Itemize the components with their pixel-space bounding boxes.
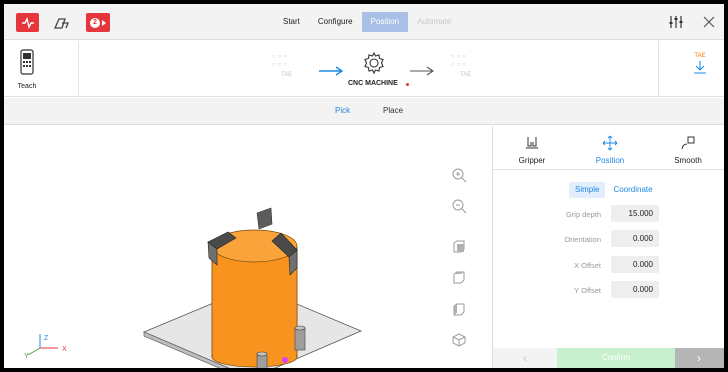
move-icon — [602, 135, 618, 151]
orientation-input[interactable]: 0.000 — [611, 230, 659, 247]
gripper-icon — [526, 137, 538, 149]
chevron-left-icon: ‹ — [523, 351, 527, 365]
pin-right — [294, 327, 306, 351]
tab-smooth[interactable]: Smooth — [649, 126, 724, 170]
zoom-out-icon[interactable] — [451, 198, 467, 214]
y-offset-input[interactable]: 0.000 — [611, 281, 659, 298]
app-menu-button[interactable] — [16, 13, 39, 32]
sliders-icon[interactable] — [668, 14, 684, 30]
axis-x-label: X — [62, 346, 67, 353]
teach-pendant-button[interactable]: Teach — [14, 47, 40, 91]
right-station-dots: ○○○ ○○○ — [451, 54, 468, 68]
smooth-icon — [681, 136, 695, 150]
notification-count: 2 — [90, 17, 100, 28]
scene-canvas[interactable]: Z X Y — [4, 126, 492, 368]
left-station-label: TAE — [281, 72, 293, 78]
x-offset-label: X Offset — [574, 261, 601, 270]
caret-right-icon — [102, 19, 106, 26]
robot-arm-icon — [53, 18, 69, 29]
y-offset-label: Y Offset — [574, 286, 601, 295]
arrow-right-gray-icon — [410, 66, 434, 76]
confirm-button[interactable]: Confirm — [557, 348, 675, 368]
arrow-right-blue-icon — [319, 66, 344, 76]
gripper-finger-back — [256, 207, 273, 230]
view-iso-icon[interactable] — [451, 332, 467, 348]
download-icon — [694, 61, 706, 74]
tab-start[interactable]: Start — [274, 12, 309, 32]
download-button[interactable]: TAE — [689, 53, 711, 83]
tab-position-label: Position — [595, 156, 625, 165]
zoom-in-icon[interactable] — [451, 167, 467, 183]
tab-gripper[interactable]: Gripper — [493, 126, 571, 170]
tab-position-panel[interactable]: Position — [571, 126, 649, 170]
divider — [78, 41, 79, 97]
tab-position[interactable]: Position — [361, 12, 409, 32]
pick-place-bar: Pick Place — [4, 98, 724, 125]
mode-coordinate[interactable]: Coordinate — [607, 182, 658, 198]
brand-logo-icon — [21, 16, 34, 29]
main-tabs: Start Configure Position Automate — [274, 12, 460, 32]
axis-indicator: Z X Y — [24, 334, 67, 360]
orientation-label: Orientation — [564, 235, 601, 244]
tab-pick[interactable]: Pick — [335, 106, 350, 115]
panel-tabs: Gripper Position Smooth — [493, 126, 724, 170]
cnc-machine-label: CNC MACHINE — [348, 80, 398, 87]
tab-smooth-label: Smooth — [674, 156, 702, 165]
workflow-bar: Teach ○○○ ○○○ TAE CNC MACHINE ○○○ ○○○ TAE … — [4, 41, 724, 97]
top-bar: 2 Start Configure Position Automate — [4, 4, 724, 40]
mode-toggle: Simple Coordinate — [569, 182, 659, 198]
back-button[interactable]: ‹ — [493, 348, 557, 368]
divider — [658, 41, 659, 97]
grip-depth-label: Grip depth — [565, 210, 601, 219]
teach-pendant-icon — [20, 49, 34, 75]
grip-point-marker — [282, 357, 288, 363]
tab-automate[interactable]: Automate — [408, 12, 460, 32]
tab-place[interactable]: Place — [383, 106, 403, 115]
tab-configure[interactable]: Configure — [309, 12, 362, 32]
right-station-label: TAE — [460, 72, 472, 78]
robot-button[interactable] — [49, 14, 75, 32]
close-icon[interactable] — [701, 14, 717, 30]
status-dot — [406, 83, 409, 86]
chevron-right-icon: › — [697, 351, 701, 365]
axis-y-label: Y — [24, 353, 29, 360]
cnc-gear-icon[interactable] — [362, 51, 386, 75]
settings-panel: Gripper Position Smooth Simple Coordinat… — [492, 126, 724, 368]
app-window: 2 Start Configure Position Automate Teac… — [4, 4, 724, 368]
download-label: TAE — [694, 53, 706, 59]
mode-simple[interactable]: Simple — [569, 182, 606, 198]
view-side-icon[interactable] — [451, 302, 467, 318]
axis-z-label: Z — [44, 335, 49, 342]
view-front-icon[interactable] — [451, 239, 467, 255]
next-button[interactable]: › — [675, 348, 724, 368]
view-top-icon[interactable] — [451, 270, 467, 286]
3d-viewport[interactable]: Z X Y — [4, 126, 492, 368]
grip-depth-input[interactable]: 15.000 — [611, 205, 659, 222]
tab-gripper-label: Gripper — [518, 156, 546, 165]
x-offset-input[interactable]: 0.000 — [611, 256, 659, 273]
notifications-button[interactable]: 2 — [86, 13, 110, 32]
left-station-dots: ○○○ ○○○ — [272, 54, 289, 68]
teach-label: Teach — [17, 83, 37, 90]
